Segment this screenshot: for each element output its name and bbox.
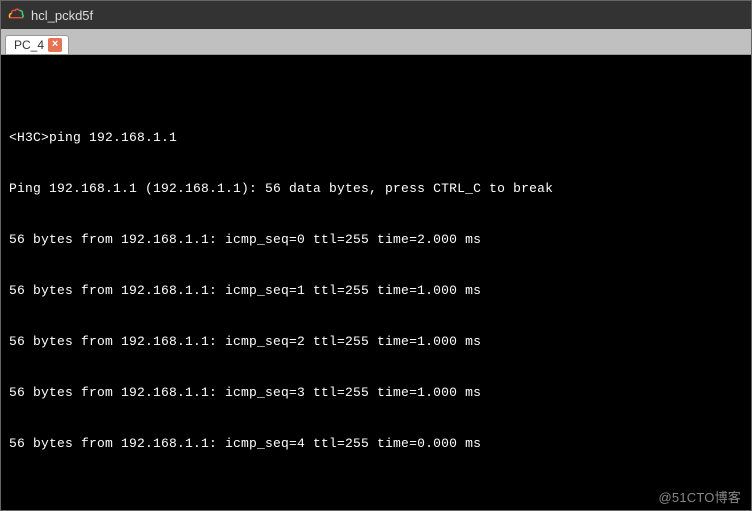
- terminal-line: 56 bytes from 192.168.1.1: icmp_seq=4 tt…: [9, 435, 743, 452]
- tab-label: PC_4: [14, 38, 44, 52]
- tab-bar: PC_4 ×: [1, 29, 751, 55]
- tab-pc4[interactable]: PC_4 ×: [5, 35, 69, 54]
- window-title: hcl_pckd5f: [31, 8, 93, 23]
- app-logo-icon: [7, 6, 25, 24]
- terminal-line: <H3C>ping 192.168.1.1: [9, 129, 743, 146]
- terminal-line: Ping 192.168.1.1 (192.168.1.1): 56 data …: [9, 180, 743, 197]
- title-bar: hcl_pckd5f: [1, 1, 751, 29]
- terminal-line: 56 bytes from 192.168.1.1: icmp_seq=0 tt…: [9, 231, 743, 248]
- terminal-line: [9, 486, 743, 503]
- terminal-line: 56 bytes from 192.168.1.1: icmp_seq=1 tt…: [9, 282, 743, 299]
- terminal-line: 56 bytes from 192.168.1.1: icmp_seq=2 tt…: [9, 333, 743, 350]
- watermark: @51CTO博客: [659, 489, 741, 506]
- terminal-line: 56 bytes from 192.168.1.1: icmp_seq=3 tt…: [9, 384, 743, 401]
- terminal-output[interactable]: <H3C>ping 192.168.1.1 Ping 192.168.1.1 (…: [1, 55, 751, 510]
- close-icon[interactable]: ×: [48, 38, 62, 52]
